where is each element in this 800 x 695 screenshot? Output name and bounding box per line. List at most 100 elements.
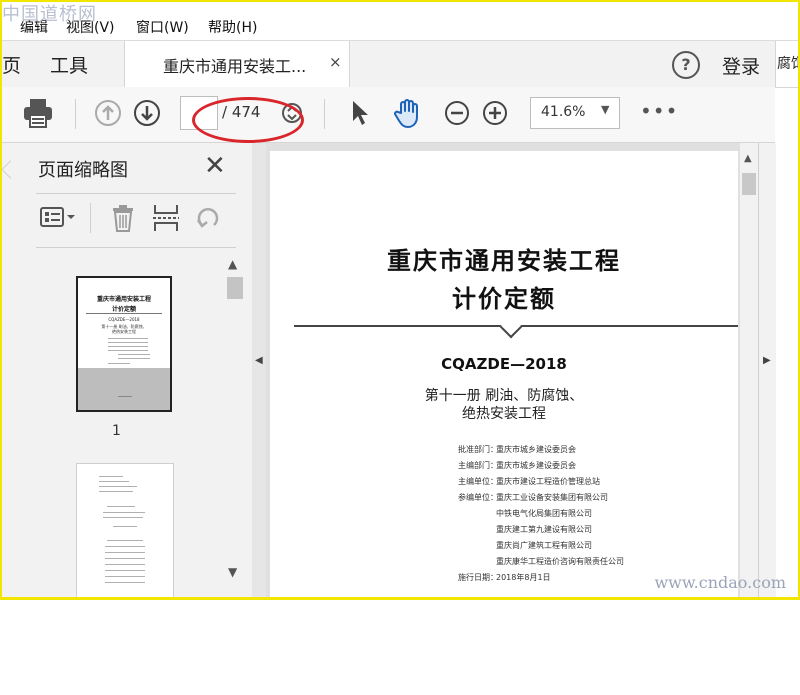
- panel-divider: [36, 193, 236, 194]
- print-icon[interactable]: [22, 98, 54, 128]
- thumbnail-text-line: [103, 517, 143, 518]
- zoom-select[interactable]: 41.6% ▼: [530, 97, 620, 129]
- doc-row-label: 施行日期：: [458, 573, 498, 582]
- document-title: 计价定额: [452, 284, 556, 313]
- doc-row-value: 重庆市建设工程造价管理总站: [496, 477, 600, 486]
- thumbnail-code: CQAZDE—2018: [108, 317, 140, 322]
- close-tab-icon[interactable]: ×: [329, 53, 342, 71]
- more-tools-icon[interactable]: •••: [640, 99, 678, 123]
- rotate-page-icon[interactable]: [194, 203, 222, 233]
- thumbnail-text-line: [108, 338, 148, 339]
- menu-bar: 编辑 视图(V) 窗口(W) 帮助(H): [0, 14, 800, 40]
- dropdown-caret-icon: ▼: [601, 103, 610, 116]
- page-thumbnail-1[interactable]: 重庆市通用安装工程 计价定额 CQAZDE—2018 第十一册 刷油、防腐蚀、 …: [76, 276, 172, 412]
- menu-window[interactable]: 窗口(W): [136, 17, 189, 37]
- page-thumbnail-2[interactable]: [76, 463, 174, 600]
- thumbnail-text-line: [108, 342, 148, 343]
- thumbnail-rule: [86, 313, 162, 314]
- thumbnail-text-line: [105, 564, 145, 565]
- left-panel-collapse[interactable]: ◀: [252, 143, 267, 598]
- menu-help[interactable]: 帮助(H): [208, 17, 257, 37]
- thumbnail-text-line: [103, 512, 145, 513]
- thumbnail-text-line: [99, 481, 129, 482]
- toolbar-separator: [75, 99, 76, 129]
- thumbnail-text-line: [105, 582, 145, 583]
- zoom-in-icon[interactable]: [482, 100, 508, 126]
- help-icon[interactable]: ?: [672, 51, 700, 79]
- document-volume: 绝热安装工程: [462, 406, 546, 422]
- thumbnail-options-icon[interactable]: [40, 203, 76, 231]
- next-page-icon[interactable]: [133, 99, 161, 127]
- thumbnail-text-line: [105, 576, 145, 577]
- extract-page-icon[interactable]: [152, 203, 180, 233]
- thumbnail-text-line: [108, 363, 130, 364]
- frame-left: [0, 0, 2, 600]
- thumbnail-text-line: [113, 526, 137, 527]
- thumbnail-text-line: [105, 552, 145, 553]
- watermark-top: 中国道桥网: [2, 4, 97, 25]
- doc-row-value: 重庆尚广建筑工程有限公司: [496, 541, 592, 550]
- doc-row-value: 重庆市城乡建设委员会: [496, 445, 576, 454]
- select-cursor-icon[interactable]: [349, 99, 371, 127]
- thumbnail-text-line: [99, 486, 137, 487]
- doc-row-label: 批准部门：: [458, 445, 498, 454]
- doc-row-label: 参编单位：: [458, 493, 498, 502]
- previous-page-icon[interactable]: [94, 99, 122, 127]
- close-panel-icon[interactable]: ✕: [204, 151, 226, 181]
- thumbnail-text-line: [107, 506, 135, 507]
- document-tab[interactable]: 重庆市通用安装工... ×: [124, 41, 350, 87]
- thumbnail-subtitle: 绝热安装工程: [112, 329, 136, 334]
- adjacent-window-edge: 腐饵: [775, 41, 800, 87]
- doc-row-value: 重庆建工第九建设有限公司: [496, 525, 592, 534]
- panel-tool-separator: [90, 203, 91, 233]
- thumbnail-text-line: [99, 476, 123, 477]
- doc-row-value: 中铁电气化局集团有限公司: [496, 509, 592, 518]
- doc-row-label: 主编部门：: [458, 461, 498, 470]
- document-scrollbar[interactable]: ▲: [740, 143, 758, 598]
- tab-home[interactable]: 页: [2, 51, 21, 78]
- expand-right-icon[interactable]: ▶: [763, 355, 771, 366]
- thumbnail-text-line: [107, 540, 143, 541]
- thumbnail-text-line: [105, 570, 145, 571]
- hand-tool-icon[interactable]: [392, 97, 424, 129]
- panel-title: 页面缩略图: [38, 160, 128, 181]
- thumbnail-text-line: [108, 346, 148, 347]
- thumbnail-scrollbar[interactable]: ▲ ▼: [224, 255, 246, 695]
- tab-bar: 页 工具 重庆市通用安装工... × ? 登录 腐饵: [0, 40, 800, 88]
- frame-top: [0, 0, 800, 2]
- thumbnail-text-line: [105, 558, 145, 559]
- thumbnail-text-line: [118, 354, 150, 355]
- document-viewport[interactable]: 重庆市通用安装工程 计价定额 CQAZDE—2018 第十一册 刷油、防腐蚀、 …: [266, 143, 740, 598]
- document-page: 重庆市通用安装工程 计价定额 CQAZDE—2018 第十一册 刷油、防腐蚀、 …: [270, 151, 738, 598]
- scroll-down-icon[interactable]: ▼: [228, 565, 237, 579]
- toolbar-separator: [324, 99, 325, 129]
- doc-row-value: 重庆康华工程造价咨询有限责任公司: [496, 557, 624, 566]
- zoom-value: 41.6%: [541, 104, 586, 120]
- login-button[interactable]: 登录: [722, 52, 760, 79]
- highlight-annotation-ellipse: [192, 97, 304, 143]
- document-tab-title: 重庆市通用安装工...: [163, 57, 307, 76]
- thumbnails-panel: 页面缩略图 ✕ ▲ ▼ 重庆市通用安装工程 计价定额 CQAZDE—2018 第…: [0, 143, 253, 600]
- thumbnail-gray-band: [78, 368, 170, 410]
- collapse-left-icon[interactable]: ◀: [255, 355, 263, 366]
- scrollbar-thumb[interactable]: [742, 173, 756, 195]
- panel-divider: [36, 247, 236, 248]
- document-code: CQAZDE—2018: [441, 355, 567, 373]
- document-title: 重庆市通用安装工程: [387, 246, 621, 275]
- watermark-bottom: www.cndao.com: [654, 573, 786, 592]
- title-rule-notch: [499, 315, 523, 339]
- doc-row-value: 重庆工业设备安装集团有限公司: [496, 493, 608, 502]
- doc-row-value: 2018年8月1日: [496, 573, 551, 582]
- scrollbar-thumb[interactable]: [227, 277, 243, 299]
- zoom-out-icon[interactable]: [444, 100, 470, 126]
- delete-page-icon[interactable]: [110, 203, 136, 233]
- scroll-up-icon[interactable]: ▲: [228, 257, 237, 271]
- document-volume: 第十一册 刷油、防腐蚀、: [424, 388, 584, 404]
- thumbnail-text-line: [99, 491, 133, 492]
- right-panel-collapse[interactable]: ▶: [758, 143, 776, 598]
- tab-tools[interactable]: 工具: [50, 51, 88, 78]
- adjacent-window-text: 腐饵: [777, 56, 800, 72]
- doc-row-value: 重庆市城乡建设委员会: [496, 461, 576, 470]
- scroll-up-icon[interactable]: ▲: [744, 153, 752, 164]
- thumbnail-title: 计价定额: [111, 306, 136, 313]
